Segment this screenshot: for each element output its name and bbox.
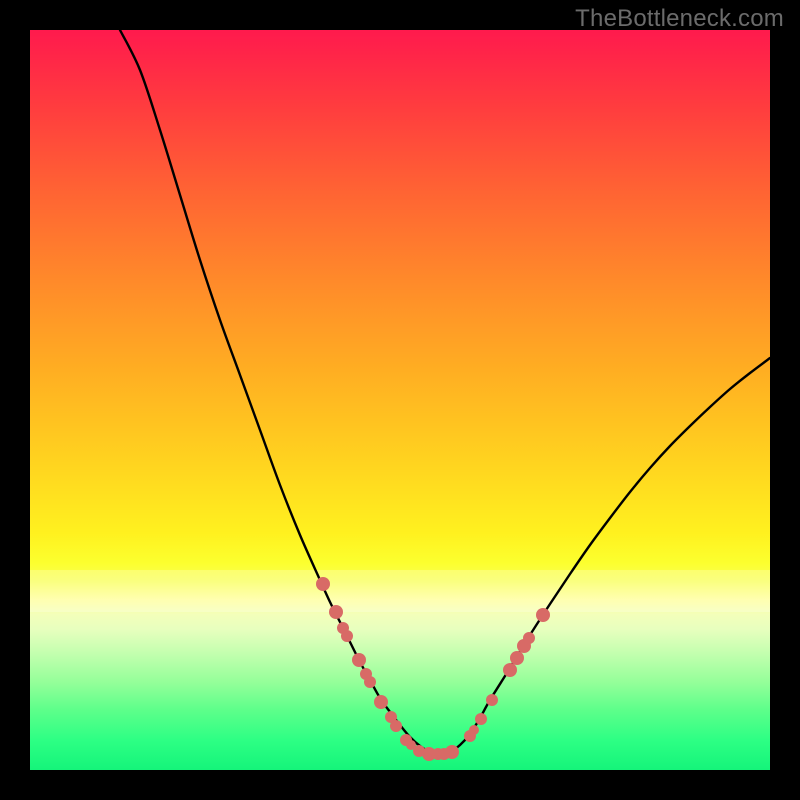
curve-marker (364, 676, 376, 688)
chart-svg (30, 30, 770, 770)
curve-marker (536, 608, 550, 622)
curve-marker (390, 720, 402, 732)
curve-marker (523, 632, 535, 644)
chart-frame: TheBottleneck.com (0, 0, 800, 800)
curve-marker (316, 577, 330, 591)
curve-marker (510, 651, 524, 665)
plot-area (30, 30, 770, 770)
curve-marker (469, 725, 479, 735)
curve-marker (352, 653, 366, 667)
curve-marker (475, 713, 487, 725)
watermark-text: TheBottleneck.com (575, 5, 784, 33)
curve-marker (374, 695, 388, 709)
curve-markers (316, 577, 550, 761)
curve-marker (329, 605, 343, 619)
curve-marker (445, 745, 459, 759)
curve-marker (486, 694, 498, 706)
bottleneck-curve (120, 30, 770, 754)
curve-marker (503, 663, 517, 677)
curve-marker (341, 630, 353, 642)
